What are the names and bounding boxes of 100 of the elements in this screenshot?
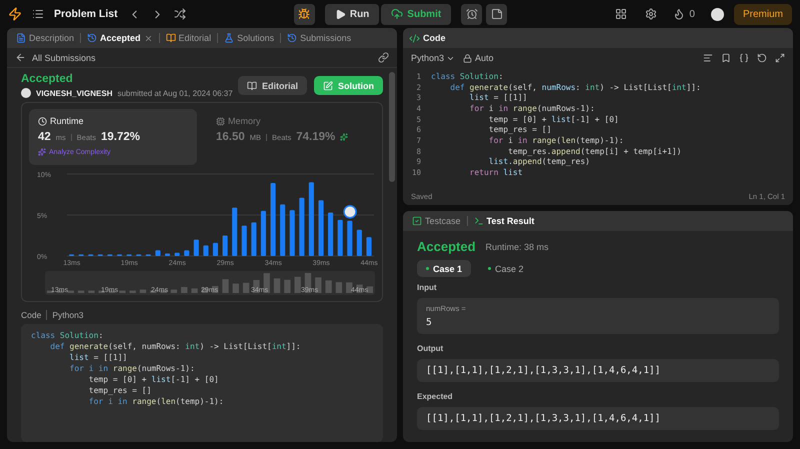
code-line: for i in range(len(temp)-1): <box>488 134 624 146</box>
flask-icon <box>224 33 234 43</box>
code-icon <box>409 32 420 44</box>
histogram-bar <box>338 220 343 256</box>
histogram-bar <box>299 198 304 256</box>
histogram-bar <box>290 210 295 256</box>
code-line: def generate(self, numRows: int) -> List[List[int]]: <box>49 341 302 352</box>
panel-tab[interactable]: Test Result <box>470 216 538 226</box>
back-icon[interactable] <box>15 52 26 63</box>
notes-button[interactable] <box>486 4 508 24</box>
close-icon[interactable] <box>144 34 153 42</box>
case-tab[interactable]: Case 1 <box>417 260 472 277</box>
grid-icon[interactable] <box>615 8 628 20</box>
logo-icon[interactable] <box>8 7 22 21</box>
clock-icon <box>38 116 47 126</box>
histogram-bar <box>222 236 228 256</box>
histogram-bar <box>356 230 362 256</box>
language-select[interactable]: Python3 <box>411 53 456 63</box>
histogram-bar <box>242 226 247 256</box>
username[interactable]: VIGNESH_VIGNESH <box>36 88 112 98</box>
code-line: list.append(temp_res) <box>488 156 590 168</box>
terminal-icon <box>474 216 484 226</box>
history-icon <box>87 33 98 43</box>
beats-percent: 19.72% <box>100 131 140 143</box>
sparkle-icon <box>340 133 348 141</box>
expand-icon[interactable] <box>775 53 785 63</box>
premium-button[interactable]: Premium <box>734 4 792 24</box>
code-line: temp_res.append(temp[i] + temp[i+1]) <box>507 146 682 157</box>
book-icon <box>166 33 176 43</box>
note-icon <box>490 8 503 20</box>
metric-label: Memory <box>216 116 366 126</box>
shuffle-icon[interactable] <box>174 8 186 20</box>
panel-tab[interactable]: Solutions <box>221 33 278 43</box>
histogram-bar <box>155 250 160 256</box>
metric-value: 16.50 <box>216 131 245 143</box>
histogram-bar <box>232 208 238 256</box>
histogram-bar <box>328 212 334 256</box>
code-line: class Solution: <box>31 330 104 341</box>
panel-tab[interactable]: Accepted <box>84 33 156 43</box>
history-icon <box>287 33 298 43</box>
debug-button[interactable] <box>294 4 315 24</box>
reset-icon[interactable] <box>757 53 767 63</box>
bookmark-icon[interactable] <box>721 53 731 63</box>
timer-button[interactable] <box>461 4 482 24</box>
histogram-bar <box>347 220 352 256</box>
panel-tab[interactable]: Description <box>13 33 78 43</box>
output-value: [[1],[1,1],[1,2,1],[1,3,3,1],[1,4,6,4,1]] <box>426 365 662 376</box>
mode-label[interactable]: Auto <box>475 53 494 63</box>
beats-percent: 74.19% <box>296 131 336 143</box>
panel-tab[interactable]: Editorial <box>162 33 214 43</box>
submitted-time: submitted at Aug 01, 2024 06:37 <box>117 88 233 98</box>
play-icon <box>334 8 346 20</box>
panel-tab[interactable]: Testcase <box>409 216 464 226</box>
run-button[interactable]: Run <box>324 4 380 24</box>
format-icon[interactable] <box>703 53 713 63</box>
histogram-bar <box>318 200 324 256</box>
flame-icon[interactable] <box>673 8 686 20</box>
language-label: Python3 <box>52 310 84 320</box>
code-line: temp = [0] + list[-1] + [0] <box>488 114 619 125</box>
streak-count: 0 <box>689 8 695 20</box>
result-status: Accepted <box>417 239 476 254</box>
histogram-bar <box>164 254 170 256</box>
histogram-bar <box>366 237 372 256</box>
histogram-bar <box>260 210 266 256</box>
editorial-button[interactable]: Editorial <box>238 76 307 95</box>
braces-icon[interactable] <box>739 53 749 63</box>
cloud-upload-icon <box>391 8 404 20</box>
runtime-text: Runtime: 38 ms <box>486 242 549 252</box>
expected-value: [[1],[1,1],[1,2,1],[1,3,3,1],[1,4,6,4,1]] <box>426 413 662 424</box>
chip-icon <box>216 116 225 126</box>
problem-list-link[interactable]: Problem List <box>54 8 118 20</box>
expected-label: Expected <box>417 392 454 401</box>
histogram-bar <box>184 250 190 256</box>
submit-button[interactable]: Submit <box>381 4 452 24</box>
scrollbar-thumb[interactable] <box>389 72 395 182</box>
code-line: temp_res = [] <box>488 124 552 136</box>
link-icon[interactable] <box>378 52 389 63</box>
histogram-bar <box>280 204 286 256</box>
settings-icon[interactable] <box>645 8 658 20</box>
avatar-icon <box>21 88 31 98</box>
histogram-bar <box>212 242 218 256</box>
code-line: def generate(self, numRows: int) -> List[List[int]]: <box>449 82 701 93</box>
code-line: temp_res = [] <box>88 385 152 396</box>
variable-value: 5 <box>426 317 433 328</box>
submission-status: Accepted <box>21 73 74 85</box>
case-tab[interactable]: Case 2 <box>479 260 533 277</box>
code-line: temp = [0] + list[-1] + [0] <box>88 374 220 385</box>
alarm-clock-icon <box>466 8 478 20</box>
avatar-icon <box>343 205 357 218</box>
all-submissions-link[interactable]: All Submissions <box>32 52 96 62</box>
panel-tab[interactable]: Submissions <box>284 33 354 43</box>
code-line: list = [[1]] <box>68 352 128 363</box>
panel-title: Code <box>423 33 446 43</box>
avatar-icon[interactable] <box>710 8 724 20</box>
bug-icon <box>298 8 310 20</box>
metric-label: Runtime <box>38 116 188 126</box>
output-label: Output <box>417 344 444 353</box>
code-label: Code <box>21 310 42 320</box>
book-icon <box>246 80 257 90</box>
code-line: list = [[1]] <box>468 92 528 104</box>
